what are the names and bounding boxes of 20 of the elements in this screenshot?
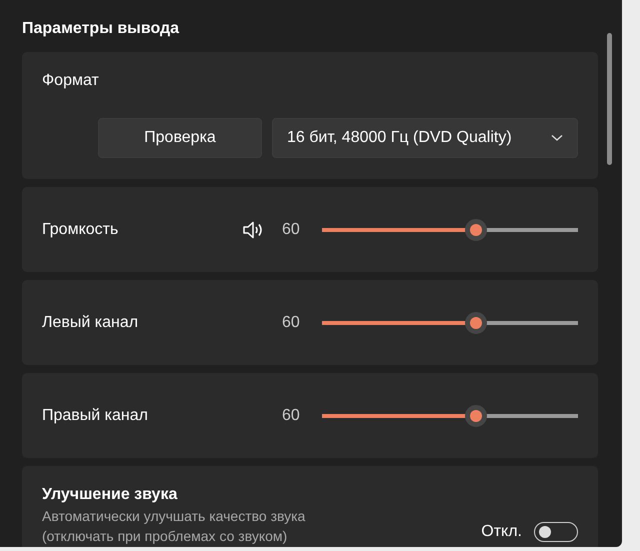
toggle-label: Откл.: [481, 523, 522, 541]
slider-value: 60: [282, 406, 301, 424]
slider-thumb[interactable]: [464, 312, 487, 334]
chevron-down-icon: [551, 134, 563, 142]
scrollbar-thumb[interactable]: [607, 33, 612, 165]
speaker-icon[interactable]: [242, 220, 264, 240]
slider-label: Громкость: [42, 220, 118, 238]
enhancement-description: Автоматически улучшать качество звука (отключать при проблемах со звуком): [42, 507, 306, 546]
slider-value: 60: [282, 314, 301, 332]
slider-value: 60: [282, 220, 301, 238]
section-title: Параметры вывода: [22, 20, 180, 38]
slider-thumb[interactable]: [464, 218, 487, 240]
slider-label: Правый канал: [42, 406, 148, 424]
slider-label: Левый канал: [42, 314, 138, 330]
enhancement-title: Улучшение звука: [42, 486, 178, 504]
format-label: Формат: [42, 72, 99, 90]
slider-thumb[interactable]: [464, 404, 487, 426]
test-button[interactable]: Проверка: [98, 118, 262, 158]
format-dropdown[interactable]: 16 бит, 48000 Гц (DVD Quality): [272, 118, 578, 158]
toggle-switch[interactable]: [534, 522, 578, 542]
